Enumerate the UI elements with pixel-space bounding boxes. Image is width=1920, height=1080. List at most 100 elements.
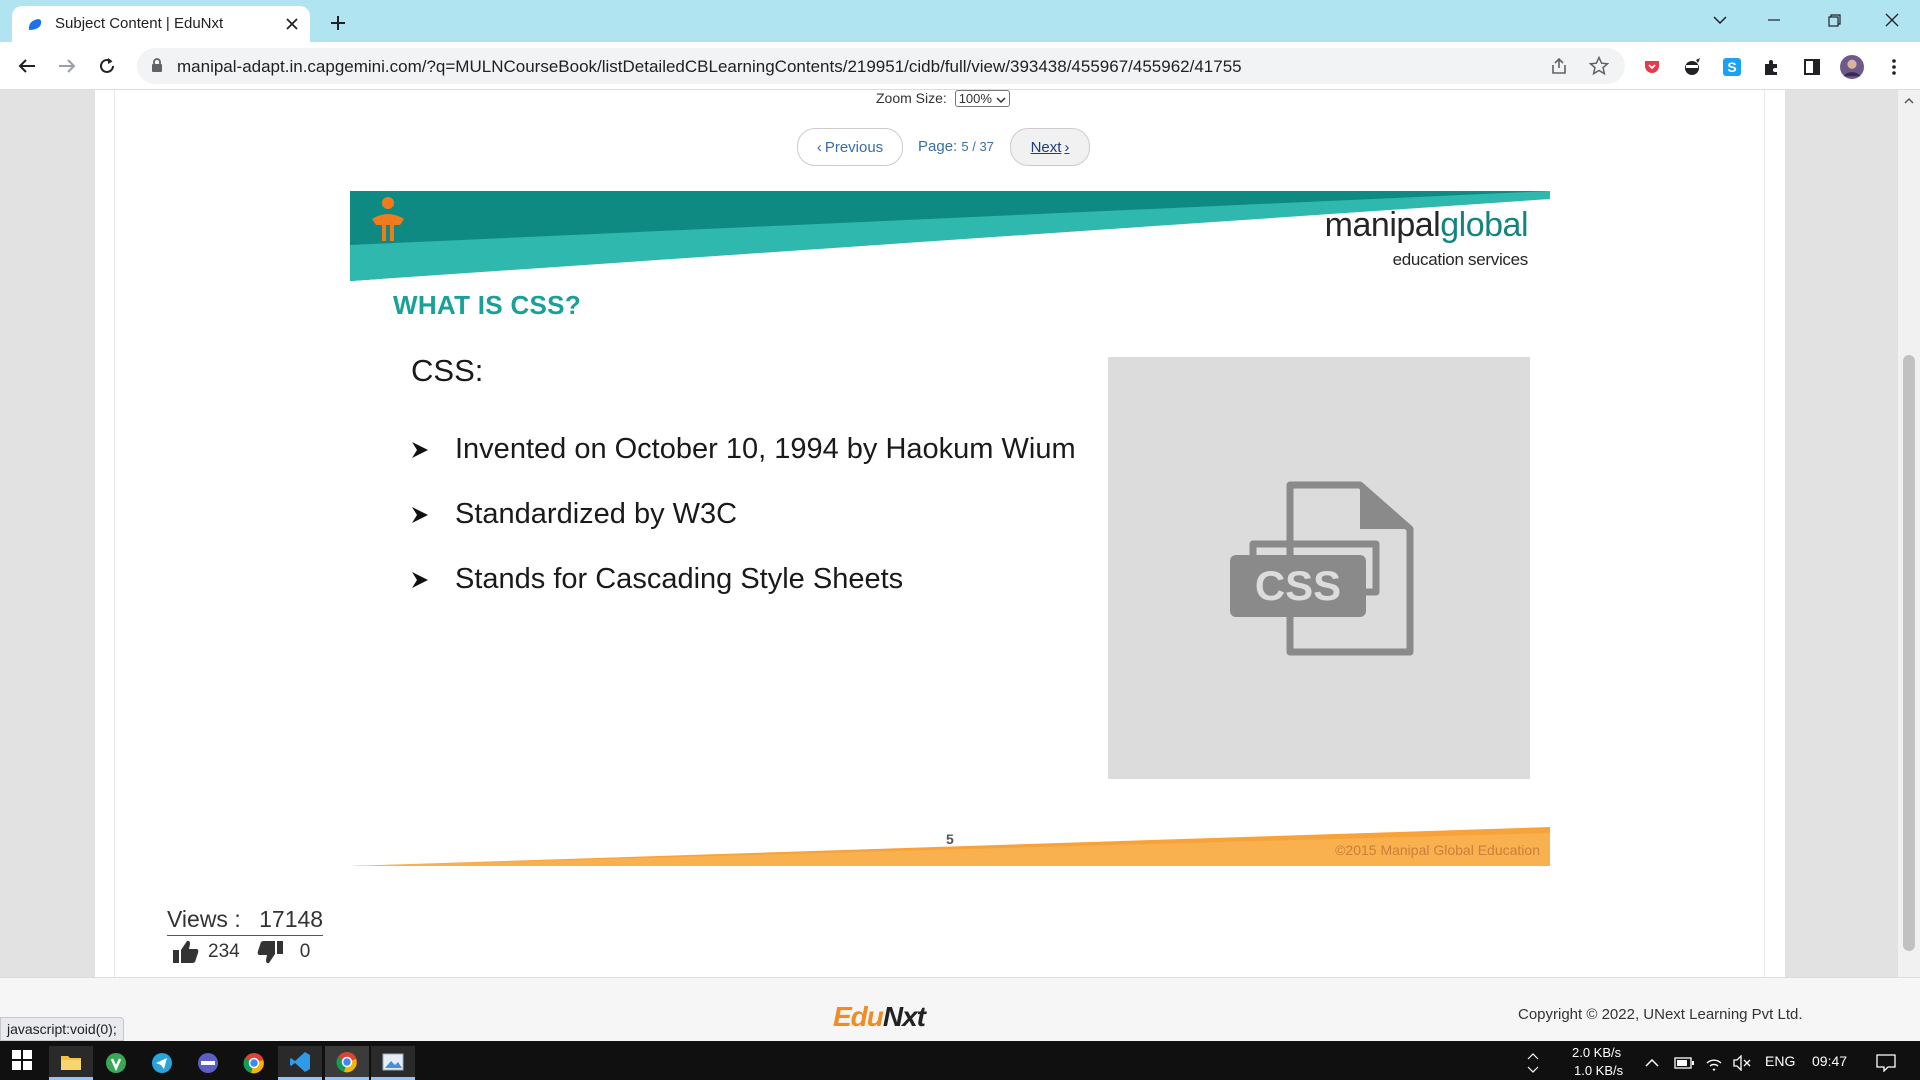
views-counter: Views : 17148 — [167, 906, 324, 936]
next-button[interactable]: Next › — [1010, 128, 1090, 166]
bullet-item: Stands for Cascading Style Sheets — [411, 563, 903, 596]
browser-tab[interactable]: Subject Content | EduNxt — [12, 6, 310, 42]
page-indicator: Page: 5 / 37 — [918, 138, 994, 155]
css-file-image: CSS — [1108, 357, 1530, 779]
battery-icon[interactable] — [1670, 1046, 1698, 1080]
photos-app-icon[interactable] — [371, 1046, 415, 1080]
footer-copyright: Copyright © 2022, UNext Learning Pvt Ltd… — [1518, 1006, 1803, 1023]
restore-icon[interactable] — [1806, 0, 1862, 40]
profile-avatar[interactable] — [1840, 55, 1864, 79]
net-download-speed: 1.0 KB/s — [1574, 1063, 1624, 1078]
previous-button[interactable]: ‹ Previous — [797, 128, 903, 166]
thumbs-up-icon[interactable] — [172, 939, 200, 965]
css-file-icon: CSS — [1230, 481, 1414, 656]
bullet-text: Invented on October 10, 1994 by Haokum W… — [455, 433, 1076, 465]
lock-icon — [152, 58, 162, 72]
tab-close-icon[interactable] — [280, 12, 304, 36]
page-value: 5 / 37 — [961, 139, 994, 154]
logo-part-b: Nxt — [882, 1001, 926, 1032]
zoom-control: Zoom Size: 100% — [876, 90, 1010, 107]
svg-text:S: S — [1727, 59, 1736, 75]
file-explorer-icon[interactable] — [49, 1046, 93, 1080]
bullet-arrow-icon — [412, 506, 428, 523]
vscode-icon[interactable] — [278, 1046, 322, 1080]
status-bubble: javascript:void(0); — [0, 1017, 124, 1041]
scroll-up-icon[interactable] — [1904, 96, 1914, 106]
scrollbar-thumb[interactable] — [1903, 355, 1915, 951]
zoom-label: Zoom Size: — [876, 90, 947, 106]
bullet-item: Standardized by W3C — [411, 498, 737, 531]
bookmark-star-icon[interactable] — [1587, 54, 1611, 78]
edunxt-favicon-icon — [28, 19, 42, 30]
show-hidden-icons-icon[interactable] — [1640, 1046, 1664, 1080]
bullet-arrow-icon — [412, 571, 428, 588]
back-arrow-icon[interactable] — [13, 52, 41, 80]
notifications-icon[interactable] — [1866, 1046, 1906, 1080]
brand-name-a: manipal — [1324, 206, 1441, 244]
extensions-puzzle-icon[interactable] — [1760, 55, 1784, 79]
chevron-left-icon: ‹ — [816, 138, 822, 156]
bullet-item: Invented on October 10, 1994 by Haokum W… — [411, 433, 1076, 466]
tray-chevron-up-icon[interactable] — [1522, 1046, 1544, 1080]
tab-title: Subject Content | EduNxt — [55, 15, 224, 32]
ninja-extension-icon[interactable] — [1680, 55, 1704, 79]
css-image-label: CSS — [1255, 562, 1341, 609]
dislikes-count: 0 — [299, 941, 311, 962]
rating-bar: 234 0 — [172, 939, 310, 965]
input-language[interactable]: ENG — [1765, 1053, 1795, 1069]
reload-icon[interactable] — [93, 52, 121, 80]
url-text: manipal-adapt.in.capgemini.com/?q=MULNCo… — [177, 57, 1242, 76]
windows-taskbar: 2.0 KB/s 1.0 KB/s ENG 09:47 — [0, 1041, 1920, 1080]
bullet-arrow-icon — [412, 441, 428, 458]
close-window-icon[interactable] — [1864, 0, 1920, 40]
windows-start-icon[interactable] — [0, 1043, 44, 1077]
site-footer: EduNxt Copyright © 2022, UNext Learning … — [0, 977, 1920, 1042]
chrome-menu-icon[interactable] — [1882, 55, 1906, 79]
views-label: Views : — [167, 906, 241, 932]
minimize-icon[interactable] — [1746, 0, 1802, 40]
zoom-value: 100% — [958, 91, 992, 106]
pocket-extension-icon[interactable] — [1640, 55, 1664, 79]
browser-tab-strip: Subject Content | EduNxt — [0, 0, 1920, 42]
page-content: Zoom Size: 100% ‹ Previous Page: 5 / 37 N… — [0, 90, 1920, 977]
chevron-down-icon — [996, 97, 1006, 103]
share-icon[interactable] — [1547, 54, 1571, 78]
tab-search-chevron-icon[interactable] — [1692, 0, 1748, 40]
net-upload-speed: 2.0 KB/s — [1572, 1045, 1622, 1060]
speaker-muted-icon[interactable] — [1728, 1046, 1756, 1080]
chrome-icon[interactable] — [232, 1046, 276, 1080]
logo-part-a: Edu — [833, 1001, 884, 1032]
slide-heading: CSS: — [411, 353, 484, 388]
next-label: Next — [1030, 138, 1062, 156]
media-app-icon[interactable] — [186, 1046, 230, 1080]
bullet-text: Standardized by W3C — [455, 498, 738, 530]
likes-count: 234 — [208, 941, 240, 962]
slide-number: 5 — [946, 831, 954, 847]
bullet-text: Stands for Cascading Style Sheets — [455, 563, 904, 595]
new-tab-icon[interactable] — [324, 9, 352, 37]
chrome-active-icon[interactable] — [325, 1046, 369, 1080]
zoom-select[interactable]: 100% — [954, 90, 1010, 107]
green-app-icon[interactable] — [94, 1046, 138, 1080]
slide-title: WHAT IS CSS? — [393, 290, 581, 320]
browser-toolbar: manipal-adapt.in.capgemini.com/?q=MULNCo… — [0, 42, 1920, 90]
s-extension-icon[interactable]: S — [1720, 55, 1744, 79]
brand-subtitle: education services — [1392, 250, 1529, 269]
chevron-right-icon: › — [1064, 138, 1070, 156]
page-label: Page: — [918, 138, 958, 155]
address-bar[interactable]: manipal-adapt.in.capgemini.com/?q=MULNCo… — [137, 48, 1625, 84]
system-clock[interactable]: 09:47 — [1812, 1053, 1847, 1069]
edunxt-logo: EduNxt — [833, 1001, 926, 1033]
brand-name: manipalglobal — [1324, 206, 1529, 245]
wifi-icon[interactable] — [1700, 1046, 1728, 1080]
slide-copyright: ©2015 Manipal Global Education — [1335, 842, 1540, 858]
brand-name-b: global — [1440, 206, 1528, 244]
telegram-icon[interactable] — [140, 1046, 184, 1080]
side-panel-icon[interactable] — [1800, 55, 1824, 79]
views-value: 17148 — [259, 906, 324, 932]
slide-page: manipalglobal education services WHAT IS… — [350, 191, 1550, 866]
vertical-scrollbar[interactable] — [1898, 90, 1920, 1034]
previous-label: Previous — [824, 138, 884, 156]
forward-arrow-icon[interactable] — [53, 52, 81, 80]
thumbs-down-icon[interactable] — [256, 939, 284, 965]
